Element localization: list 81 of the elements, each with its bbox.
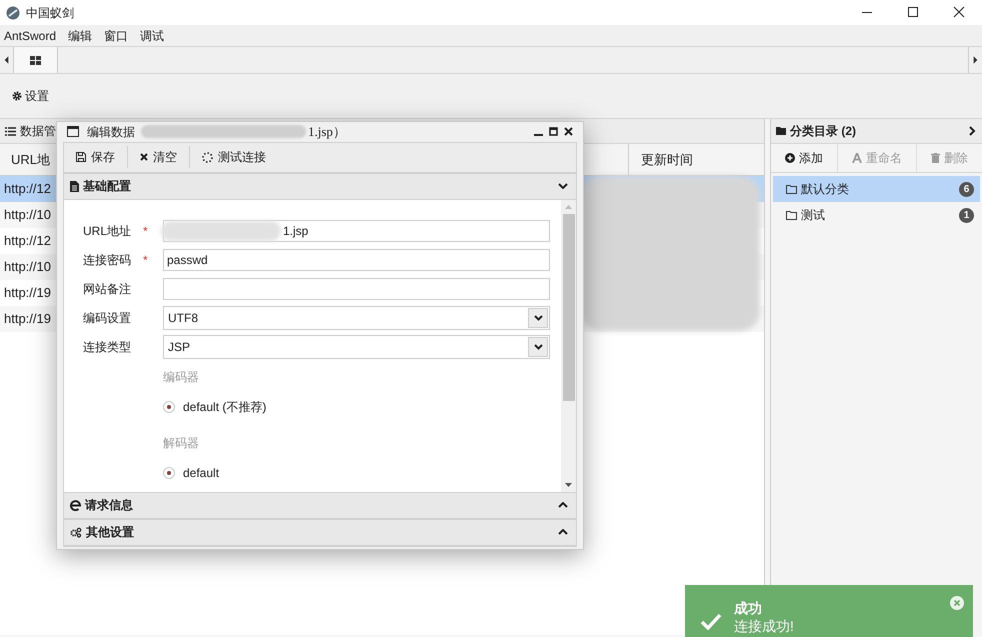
maximize-icon[interactable] [549,127,558,136]
table-cell-text: http://10 [4,206,51,224]
chevron-icon [558,529,568,535]
count-badge: 6 [959,182,974,196]
spinner-icon [202,152,213,162]
toolbar-button[interactable]: 清空 [127,146,189,168]
scrollbar[interactable] [561,200,576,492]
menu-item[interactable]: 编辑 [68,26,92,44]
folder-icon [786,210,797,220]
dialog-title: 编辑数据 [87,124,135,141]
category-item[interactable]: 默认分类 6 [773,176,980,202]
toast-message: 连接成功! [734,617,794,635]
menu-item[interactable]: AntSword [4,26,56,44]
category-action-button[interactable]: 添加 [771,144,837,172]
scrollbar-thumb[interactable] [562,214,574,400]
required-marker: * [143,252,148,266]
chevron-icon [534,314,542,320]
panel-title: 数据管 [20,123,56,140]
toolbar-button[interactable]: 保存 [64,146,127,168]
radio-option[interactable]: default [163,454,550,492]
toolbar-button[interactable]: 测试连接 [189,146,278,168]
chevron-icon [558,502,568,508]
select-field[interactable]: UTF8 [163,306,550,330]
toast-title: 成功 [734,599,763,617]
field-label: 编码设置 [83,310,132,326]
clear-icon [140,153,148,161]
app-logo-icon [6,6,20,20]
font-icon [852,153,862,163]
dropdown-button[interactable] [528,336,548,356]
category-item[interactable]: 测试 1 [773,202,980,228]
field-label: 网站备注 [83,280,132,298]
folder-icon [786,184,797,194]
table-cell-text: http://12 [4,180,51,198]
browser-icon [70,500,81,510]
field-label: 连接密码 [83,252,132,268]
check-icon [700,613,722,630]
radio-option[interactable]: default (不推荐) [163,388,550,426]
menu-item[interactable]: 调试 [140,26,164,44]
radio-button[interactable] [163,466,175,478]
gears-icon [70,526,82,538]
save-icon [76,152,86,162]
settings-button[interactable]: 设置 [12,87,49,105]
window-icon [67,126,79,138]
accordion-header[interactable]: 请求信息 [64,492,576,518]
grid-icon [30,56,41,64]
group-label: 解码器 [163,434,200,452]
home-tab[interactable] [14,47,58,73]
list-icon [5,126,16,136]
chevron-icon [558,183,568,189]
accordion-header[interactable]: 基础配置 [64,172,576,200]
column-header[interactable]: 更新时间 [628,144,764,175]
folder-icon [776,127,786,135]
window-title: 中国蚁剑 [26,4,74,22]
table-cell-text: http://12 [4,232,51,250]
input-field[interactable]: passwd [163,248,550,270]
trash-icon [931,153,940,163]
input-field[interactable] [163,278,550,300]
category-label: 默认分类 [801,181,849,198]
dialog-title-suffix: 1.jsp） [308,123,346,141]
group-label: 编码器 [163,368,200,386]
table-cell-text: http://10 [4,258,51,276]
expand-icon[interactable] [969,126,976,136]
add-icon [785,153,795,163]
count-badge: 1 [959,208,974,222]
select-field[interactable]: JSP [163,334,550,358]
input-field[interactable]: 1.jsp [163,220,550,242]
table-cell-text: http://19 [4,310,51,328]
document-icon [70,180,79,192]
field-label: URL地址 [83,222,132,240]
accordion-header[interactable]: 其他设置 [64,518,576,546]
field-label: 连接类型 [83,338,132,356]
panel-title: 分类目录 (2) [790,123,856,140]
table-cell-text: http://19 [4,284,51,302]
menu-item[interactable]: 窗口 [104,26,128,44]
settings-icon [12,91,22,101]
chevron-icon [534,344,542,350]
category-label: 测试 [801,207,825,224]
close-icon[interactable] [564,127,573,136]
radio-button[interactable] [163,400,175,412]
dropdown-button[interactable] [528,308,548,328]
required-marker: * [143,224,148,238]
